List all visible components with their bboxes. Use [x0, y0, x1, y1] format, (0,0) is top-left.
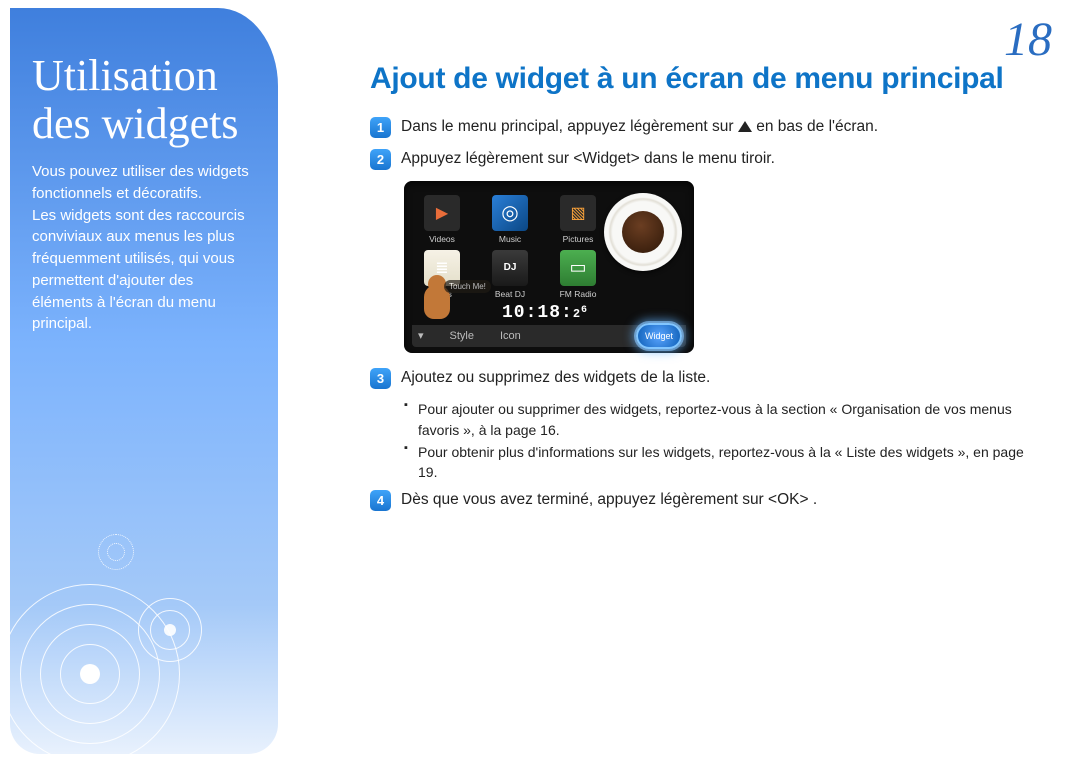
app-item-videos: Videos: [416, 195, 468, 244]
app-item-music: Music: [484, 195, 536, 244]
step-3-bullets: Pour ajouter ou supprimer des widgets, r…: [370, 399, 1040, 482]
widget-chip-highlight: Widget: [636, 323, 682, 349]
music-icon: [492, 195, 528, 231]
drawer-icon-label: Icon: [500, 330, 521, 342]
step-text: Ajoutez ou supprimez des widgets de la l…: [401, 367, 710, 389]
step-text: Appuyez légèrement sur <Widget> dans le …: [401, 148, 775, 170]
sidebar-title: Utilisation des widgets: [32, 52, 256, 147]
step-text: Dès que vous avez terminé, appuyez légèr…: [401, 489, 817, 511]
bullet-item: Pour ajouter ou supprimer des widgets, r…: [404, 399, 1040, 440]
app-item-beatdj: Beat DJ: [484, 250, 536, 299]
step-text-fragment: Dans le menu principal, appuyez légèreme…: [401, 118, 738, 135]
sidebar-description: Vous pouvez utiliser des widgets fonctio…: [32, 161, 256, 335]
step-number: 4: [370, 490, 391, 511]
clock-widget: 10:18:26: [502, 303, 588, 323]
step-2: 2 Appuyez légèrement sur <Widget> dans l…: [370, 148, 1040, 170]
clock-sec-a: 2: [573, 307, 581, 321]
app-label: FM Radio: [560, 289, 597, 299]
step-number: 3: [370, 368, 391, 389]
bullet-item: Pour obtenir plus d'informations sur les…: [404, 442, 1040, 483]
decorative-circles: [10, 494, 278, 754]
clock-hhmm: 10:18:: [502, 303, 573, 323]
step-number: 1: [370, 117, 391, 138]
beat-dj-icon: [492, 250, 528, 286]
step-text: Dans le menu principal, appuyez légèreme…: [401, 116, 878, 138]
page-number: 18: [1004, 12, 1052, 67]
app-item-fmradio: FM Radio: [552, 250, 604, 299]
step-1: 1 Dans le menu principal, appuyez légère…: [370, 116, 1040, 138]
step-4: 4 Dès que vous avez terminé, appuyez lég…: [370, 489, 1040, 511]
main-title: Ajout de widget à un écran de menu princ…: [370, 62, 1040, 96]
app-label: Pictures: [563, 234, 594, 244]
chevron-down-icon: ▾: [418, 329, 424, 342]
app-label: Beat DJ: [495, 289, 525, 299]
step-number: 2: [370, 149, 391, 170]
sidebar: Utilisation des widgets Vous pouvez util…: [10, 8, 278, 754]
drawer-style-label: Style: [450, 330, 474, 342]
app-label: Videos: [429, 234, 455, 244]
fm-radio-icon: [560, 250, 596, 286]
device-screenshot: Videos Music Pictures Texts Beat DJ FM R…: [404, 181, 694, 353]
step-text-fragment: en bas de l'écran.: [756, 118, 878, 135]
main-content: Ajout de widget à un écran de menu princ…: [370, 62, 1040, 521]
coffee-widget-icon: [604, 193, 682, 271]
clock-sec-b: 6: [581, 305, 588, 316]
app-label: Music: [499, 234, 521, 244]
step-3: 3 Ajoutez ou supprimez des widgets de la…: [370, 367, 1040, 389]
arrow-up-icon: [738, 121, 752, 132]
app-item-pictures: Pictures: [552, 195, 604, 244]
videos-icon: [424, 195, 460, 231]
touch-me-bubble: Touch Me!: [444, 280, 491, 293]
pictures-icon: [560, 195, 596, 231]
